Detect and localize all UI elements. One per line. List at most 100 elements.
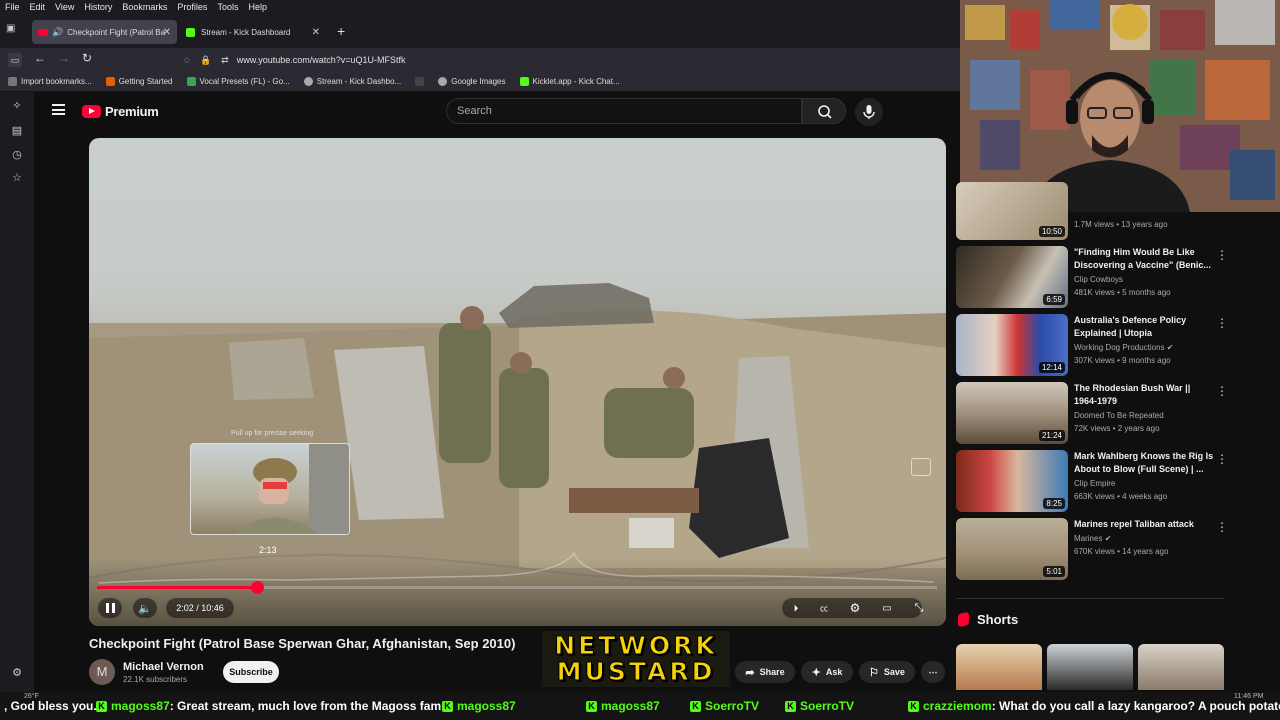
channel-avatar[interactable]: M — [89, 659, 115, 685]
more-vertical-icon[interactable]: ⋮ — [1216, 452, 1228, 466]
recommendation-channel[interactable]: Marines ✔ — [1074, 534, 1111, 543]
sidebar-toggle-icon[interactable]: ▣ — [6, 23, 20, 37]
recommendation-item[interactable]: 12:14 Australia's Defence Policy Explain… — [956, 314, 1228, 378]
recommendation-item[interactable]: 6:59 "Finding Him Would Be Like Discover… — [956, 246, 1228, 310]
recommendation-channel[interactable]: Working Dog Productions ✔ — [1074, 343, 1174, 352]
verified-check-icon: ✔ — [1104, 534, 1112, 543]
kick-logo-icon: K — [785, 701, 796, 713]
recommendation-channel[interactable]: Clip Empire — [1074, 479, 1115, 488]
channel-name[interactable]: Michael Vernon — [123, 661, 204, 673]
back-arrow-icon[interactable]: ← — [34, 51, 46, 65]
more-actions-button[interactable]: ⋯ — [921, 661, 945, 683]
streamer-webcam — [960, 0, 1280, 212]
video-player[interactable] — [89, 138, 946, 626]
tab-youtube[interactable]: 🔊 Checkpoint Fight (Patrol Ba ✕ — [32, 20, 177, 44]
recommendation-title[interactable]: The Rhodesian Bush War || 1964-1979 — [1074, 382, 1214, 408]
url-bar[interactable]: ◌ 🔒 ⇄ www.youtube.com/watch?v=uQ1U-MFStf… — [178, 50, 958, 70]
theater-mode-icon[interactable]: ▭ — [878, 598, 896, 618]
ticker-message: K SoerroTV — [785, 699, 854, 713]
close-tab-icon[interactable]: ✕ — [163, 27, 171, 38]
short-thumbnail[interactable] — [956, 644, 1042, 690]
short-thumbnail[interactable] — [1047, 644, 1133, 690]
more-vertical-icon[interactable]: ⋮ — [1216, 384, 1228, 398]
recommendation-item[interactable]: 5:01 Marines repel Taliban attack Marine… — [956, 518, 1228, 582]
menu-help[interactable]: Help — [248, 2, 267, 12]
more-vertical-icon[interactable]: ⋮ — [1216, 520, 1228, 534]
bookmark-kicklet[interactable]: Kicklet.app - Kick Chat... — [519, 77, 620, 86]
lock-icon: 🔒 — [199, 54, 212, 65]
search-input[interactable]: Search — [446, 98, 802, 124]
recommendation-thumbnail[interactable]: 12:14 — [956, 314, 1068, 376]
more-vertical-icon[interactable]: ⋮ — [1216, 248, 1228, 262]
menu-view[interactable]: View — [55, 2, 74, 12]
new-tab-plus-icon[interactable]: + — [337, 23, 345, 39]
recommendation-thumbnail[interactable]: 5:01 — [956, 518, 1068, 580]
duration-badge: 6:59 — [1043, 294, 1065, 305]
voice-search-button[interactable] — [855, 98, 883, 126]
bookmark-icon: ⚐ — [869, 666, 879, 679]
tabs-list-icon[interactable]: ▤ — [11, 125, 23, 137]
recommendation-title[interactable]: "Finding Him Would Be Like Discovering a… — [1074, 246, 1214, 272]
bookmark-vocal-presets[interactable]: Vocal Presets (FL) - Go... — [186, 77, 290, 86]
menu-edit[interactable]: Edit — [30, 2, 46, 12]
bookmark-import[interactable]: Import bookmarks... — [8, 77, 92, 86]
forward-arrow-icon[interactable]: → — [58, 51, 70, 65]
pause-button[interactable] — [98, 598, 122, 618]
sidebar-icon[interactable]: ▭ — [8, 53, 22, 67]
tab-label: Checkpoint Fight (Patrol Ba — [67, 27, 166, 37]
recommendation-title[interactable]: Marines repel Taliban attack — [1074, 518, 1214, 531]
volume-button[interactable]: 🔈 — [133, 598, 157, 618]
ai-sparkle-icon[interactable]: ✧ — [11, 100, 23, 112]
taskbar-clock: 11:46 PM — [1234, 693, 1264, 700]
reload-icon[interactable]: ↻ — [82, 51, 92, 65]
ticker-username: magoss87 — [601, 699, 660, 713]
recommendation-item[interactable]: 21:24 The Rhodesian Bush War || 1964-197… — [956, 382, 1228, 446]
video-frame — [89, 283, 946, 626]
hamburger-menu-icon[interactable] — [52, 104, 65, 115]
autoplay-toggle-icon[interactable]: ⏵ — [787, 598, 805, 618]
recommendation-channel[interactable]: Clip Cowboys — [1074, 275, 1123, 284]
bookmark-stream-kick[interactable]: Stream - Kick Dashbo... — [303, 77, 401, 86]
volume-icon: 🔈 — [138, 602, 152, 615]
close-tab-icon[interactable]: ✕ — [312, 27, 320, 38]
menu-profiles[interactable]: Profiles — [177, 2, 207, 12]
tab-strip: ▣ 🔊 Checkpoint Fight (Patrol Ba ✕ Stream… — [0, 14, 960, 48]
fullscreen-icon[interactable]: ⤡ — [910, 598, 928, 618]
bookmark-google-images[interactable]: Google Images — [438, 77, 506, 86]
recommendation-title[interactable]: Australia's Defence Policy Explained | U… — [1074, 314, 1214, 340]
bookmark-getting-started[interactable]: Getting Started — [105, 77, 173, 86]
ask-button[interactable]: ✦ Ask — [801, 661, 853, 683]
more-vertical-icon[interactable]: ⋮ — [1216, 316, 1228, 330]
recommendation-thumbnail[interactable]: 6:59 — [956, 246, 1068, 308]
bookmark-label: Kicklet.app - Kick Chat... — [532, 77, 620, 86]
menu-history[interactable]: History — [84, 2, 112, 12]
history-icon[interactable]: ◷ — [11, 149, 23, 161]
recommendation-item[interactable]: 8:25 Mark Wahlberg Knows the Rig Is Abou… — [956, 450, 1228, 514]
duration-badge: 12:14 — [1038, 362, 1065, 373]
bookmark-s[interactable] — [415, 77, 425, 86]
recommendation-item[interactable]: 10:50 1.7M views • 13 years ago — [956, 182, 1226, 240]
menu-bookmarks[interactable]: Bookmarks — [122, 2, 167, 12]
tab-kick-dashboard[interactable]: Stream - Kick Dashboard ✕ — [180, 20, 326, 44]
recommendation-title[interactable]: Mark Wahlberg Knows the Rig Is About to … — [1074, 450, 1214, 476]
share-button[interactable]: ➦ Share — [735, 661, 795, 683]
recommendation-thumbnail[interactable]: 10:50 — [956, 182, 1068, 240]
captions-icon[interactable]: ㏄ — [815, 598, 833, 618]
youtube-logo[interactable]: Premium — [82, 104, 159, 119]
recommendation-thumbnail[interactable]: 21:24 — [956, 382, 1068, 444]
menu-file[interactable]: File — [5, 2, 20, 12]
short-thumbnail[interactable] — [1138, 644, 1224, 690]
bookmarks-star-icon[interactable]: ☆ — [11, 172, 23, 184]
shorts-header: Shorts — [958, 612, 1018, 627]
settings-gear-icon[interactable]: ⚙ — [846, 598, 864, 618]
settings-gear-icon[interactable]: ⚙ — [11, 667, 23, 679]
save-button[interactable]: ⚐ Save — [859, 661, 915, 683]
webcam-frame — [960, 0, 1280, 212]
search-button[interactable] — [802, 98, 846, 124]
subscribe-button[interactable]: Subscribe — [223, 661, 279, 683]
recommendation-channel[interactable]: Doomed To Be Repeated — [1074, 411, 1164, 420]
menu-tools[interactable]: Tools — [217, 2, 238, 12]
miniplayer-icon[interactable] — [911, 458, 931, 476]
recommendation-thumbnail[interactable]: 8:25 — [956, 450, 1068, 512]
progress-scrubber[interactable] — [250, 581, 264, 594]
